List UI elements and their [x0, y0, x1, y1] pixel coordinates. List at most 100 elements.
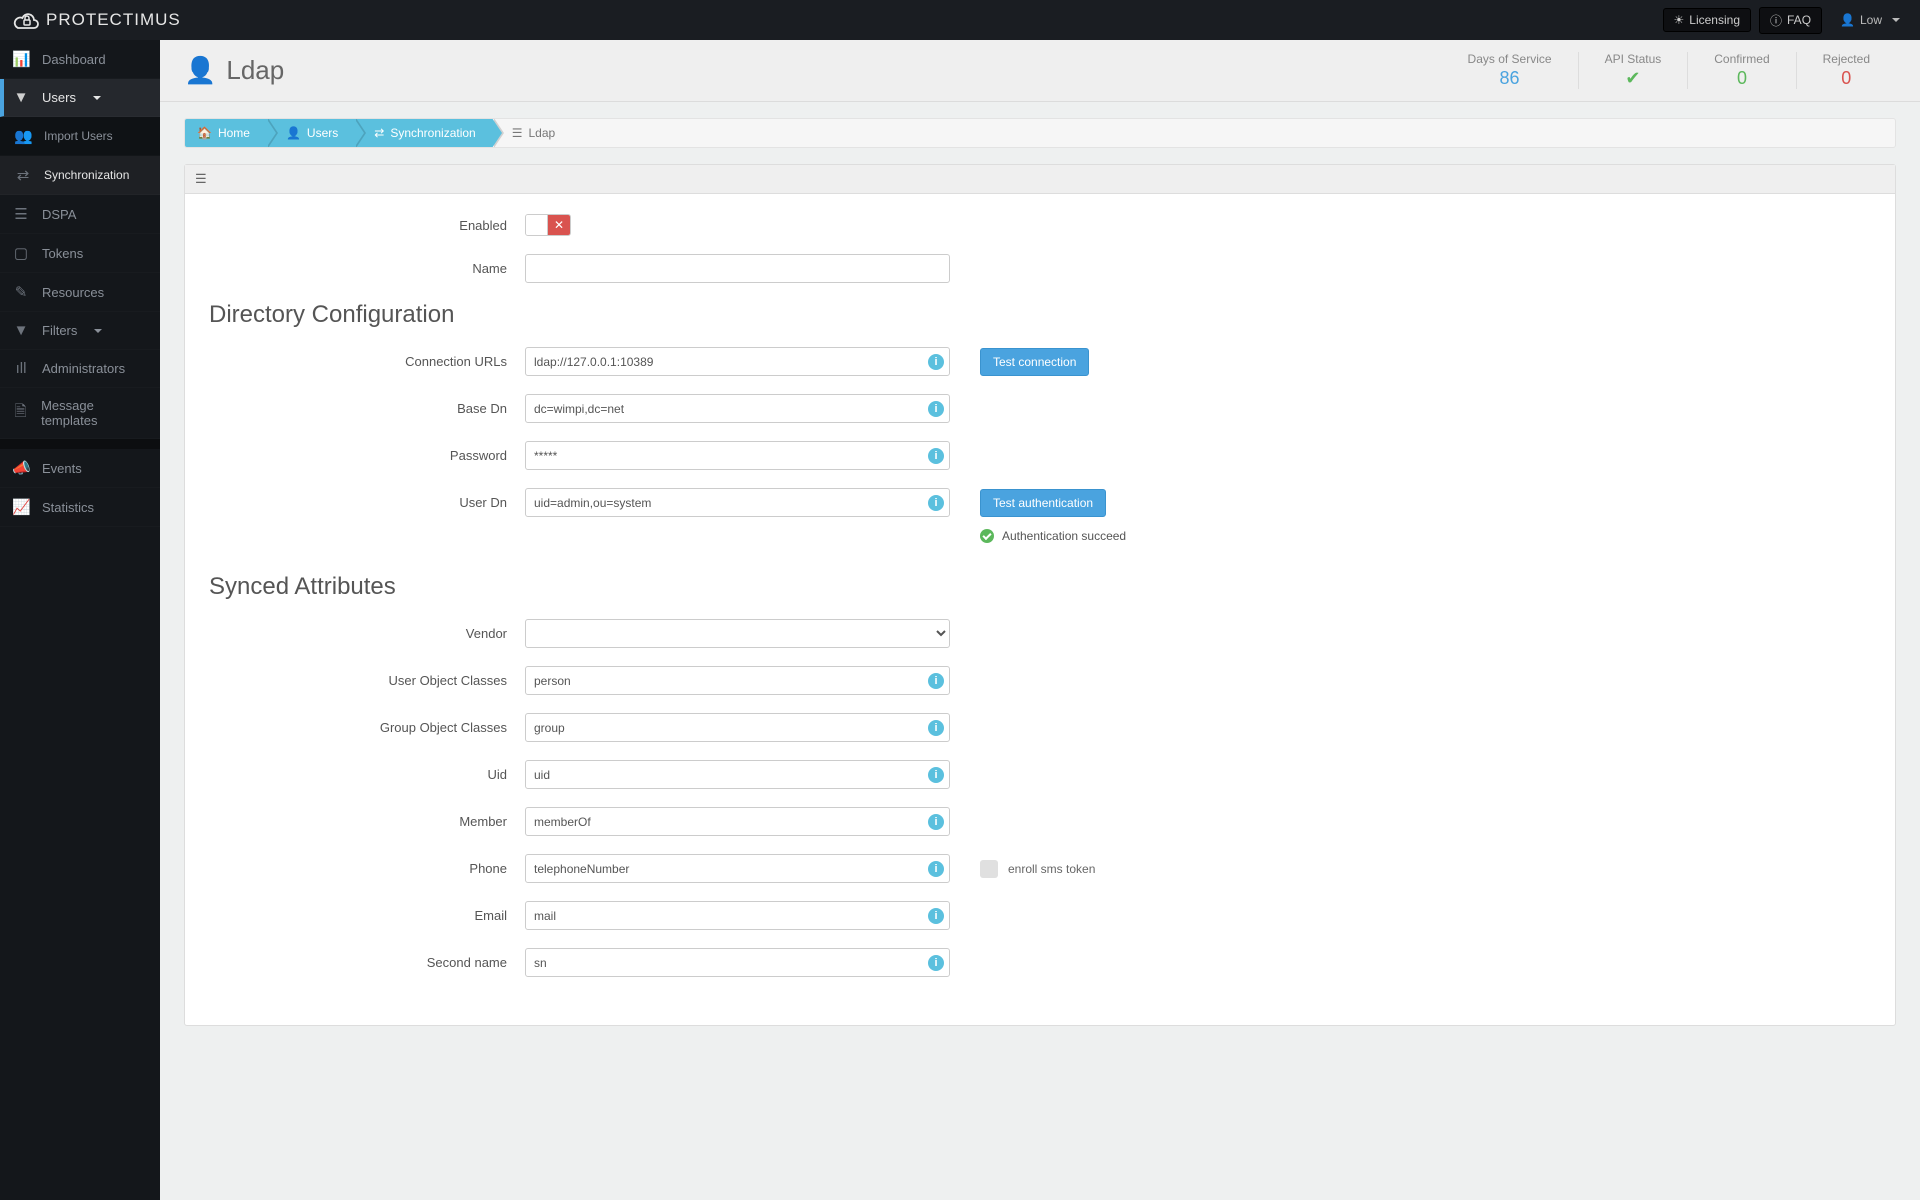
- nav-label: Synchronization: [44, 168, 129, 182]
- row-vendor: Vendor: [195, 619, 1885, 648]
- label-second-name: Second name: [195, 955, 525, 970]
- info-icon[interactable]: i: [928, 767, 944, 783]
- info-icon[interactable]: i: [928, 861, 944, 877]
- nav-label: Filters: [42, 323, 77, 338]
- faq-button[interactable]: ⓘ FAQ: [1759, 7, 1822, 34]
- stat-confirmed: Confirmed0: [1687, 52, 1795, 89]
- stat-label: Days of Service: [1468, 52, 1552, 66]
- nav-events[interactable]: 📣 Events: [0, 449, 160, 488]
- input-user-object-classes[interactable]: [525, 666, 950, 695]
- nav-filters[interactable]: ▼Filters: [0, 312, 160, 350]
- info-icon[interactable]: i: [928, 401, 944, 417]
- input-base-dn[interactable]: [525, 394, 950, 423]
- row-email: Email i: [195, 901, 1885, 930]
- edit-icon: ✎: [12, 283, 30, 301]
- info-icon[interactable]: i: [928, 955, 944, 971]
- nav-administrators[interactable]: ıll Administrators: [0, 350, 160, 388]
- header-stats: Days of Service86 API Status✔ Confirmed0…: [1442, 52, 1896, 89]
- row-member: Member i: [195, 807, 1885, 836]
- nav-resources[interactable]: ✎Resources: [0, 273, 160, 312]
- crumb-sync[interactable]: ⇄Synchronization: [354, 118, 491, 148]
- shuffle-icon: ⇄: [14, 166, 32, 184]
- nav-dspa[interactable]: ☰DSPA: [0, 195, 160, 234]
- sun-icon: ☀: [1674, 13, 1685, 27]
- label-userdn: User Dn: [195, 495, 525, 510]
- info-icon[interactable]: i: [928, 354, 944, 370]
- document-icon: 🗎: [12, 401, 29, 426]
- info-icon[interactable]: i: [928, 720, 944, 736]
- crumb-home[interactable]: 🏠Home: [185, 118, 266, 148]
- nav-users[interactable]: ▼Users: [0, 79, 160, 117]
- info-icon[interactable]: i: [928, 814, 944, 830]
- select-vendor[interactable]: [525, 619, 950, 648]
- licensing-label: Licensing: [1689, 13, 1740, 27]
- nav-import-users[interactable]: 👥Import Users: [0, 117, 160, 156]
- auth-status-text: Authentication succeed: [1002, 529, 1126, 543]
- nav-dashboard[interactable]: 📊Dashboard: [0, 40, 160, 79]
- test-connection-button[interactable]: Test connection: [980, 348, 1089, 376]
- enroll-sms-wrap: enroll sms token: [980, 860, 1095, 878]
- info-icon[interactable]: i: [928, 495, 944, 511]
- label-member: Member: [195, 814, 525, 829]
- nav-label: Administrators: [42, 361, 125, 376]
- shuffle-icon: ⇄: [374, 118, 384, 148]
- nav-label: Tokens: [42, 246, 83, 261]
- input-name[interactable]: [525, 254, 950, 283]
- row-auth-result: Authentication succeed: [195, 521, 1885, 543]
- nav-label: Events: [42, 461, 82, 476]
- nav-label: Dashboard: [42, 52, 106, 67]
- input-uid[interactable]: [525, 760, 950, 789]
- nav-statistics[interactable]: 📈Statistics: [0, 488, 160, 527]
- stat-value: 86: [1468, 68, 1552, 89]
- input-group-object-classes[interactable]: [525, 713, 950, 742]
- test-authentication-button[interactable]: Test authentication: [980, 489, 1106, 517]
- input-member[interactable]: [525, 807, 950, 836]
- row-connection-urls: Connection URLs i Test connection: [195, 347, 1885, 376]
- server-icon: ☰: [195, 171, 207, 186]
- input-email[interactable]: [525, 901, 950, 930]
- toggle-handle: [526, 215, 548, 235]
- section-synced-attributes: Synced Attributes: [195, 573, 1885, 601]
- info-icon[interactable]: i: [928, 448, 944, 464]
- user-icon: 👤: [184, 55, 216, 86]
- toggle-enabled[interactable]: ✕: [525, 214, 571, 236]
- brand-logo[interactable]: PROTECTIMUS: [0, 8, 181, 32]
- cloud-lock-icon: [12, 8, 40, 32]
- user-icon: 👤: [1840, 13, 1855, 27]
- crumb-label: Home: [218, 118, 250, 148]
- input-password[interactable]: [525, 441, 950, 470]
- input-second-name[interactable]: [525, 948, 950, 977]
- input-connection-urls[interactable]: [525, 347, 950, 376]
- nav-synchronization[interactable]: ⇄ Synchronization: [0, 156, 160, 195]
- sidebar: 📊Dashboard ▼Users 👥Import Users ⇄ Synchro…: [0, 40, 160, 1200]
- label-conn: Connection URLs: [195, 354, 525, 369]
- checkbox-enroll-sms[interactable]: [980, 860, 998, 878]
- label-vendor: Vendor: [195, 626, 525, 641]
- label-enabled: Enabled: [195, 218, 525, 233]
- input-phone[interactable]: [525, 854, 950, 883]
- row-enabled: Enabled ✕: [195, 214, 1885, 236]
- info-icon[interactable]: i: [928, 908, 944, 924]
- crumb-label: Ldap: [528, 118, 555, 148]
- page-header: 👤 Ldap Days of Service86 API Status✔ Con…: [160, 40, 1920, 102]
- label-uid: Uid: [195, 767, 525, 782]
- user-menu[interactable]: 👤 Low: [1830, 13, 1910, 27]
- licensing-button[interactable]: ☀ Licensing: [1663, 8, 1751, 32]
- nav-message-templates[interactable]: 🗎 Message templates: [0, 388, 160, 439]
- nav-label: Message templates: [41, 398, 148, 428]
- bars-icon: ıll: [12, 360, 30, 377]
- input-user-dn[interactable]: [525, 488, 950, 517]
- nav-tokens[interactable]: ▢Tokens: [0, 234, 160, 273]
- check-icon: ✔: [1605, 68, 1662, 89]
- crumb-label: Synchronization: [390, 118, 475, 148]
- crumb-users[interactable]: 👤Users: [266, 118, 354, 148]
- megaphone-icon: 📣: [12, 459, 30, 477]
- enroll-sms-label: enroll sms token: [1008, 862, 1095, 876]
- home-icon: 🏠: [197, 118, 212, 148]
- row-uid: Uid i: [195, 760, 1885, 789]
- filter-icon: ▼: [12, 89, 30, 106]
- row-group-object-classes: Group Object Classes i: [195, 713, 1885, 742]
- row-password: Password i: [195, 441, 1885, 470]
- nav-label: DSPA: [42, 207, 76, 222]
- info-icon[interactable]: i: [928, 673, 944, 689]
